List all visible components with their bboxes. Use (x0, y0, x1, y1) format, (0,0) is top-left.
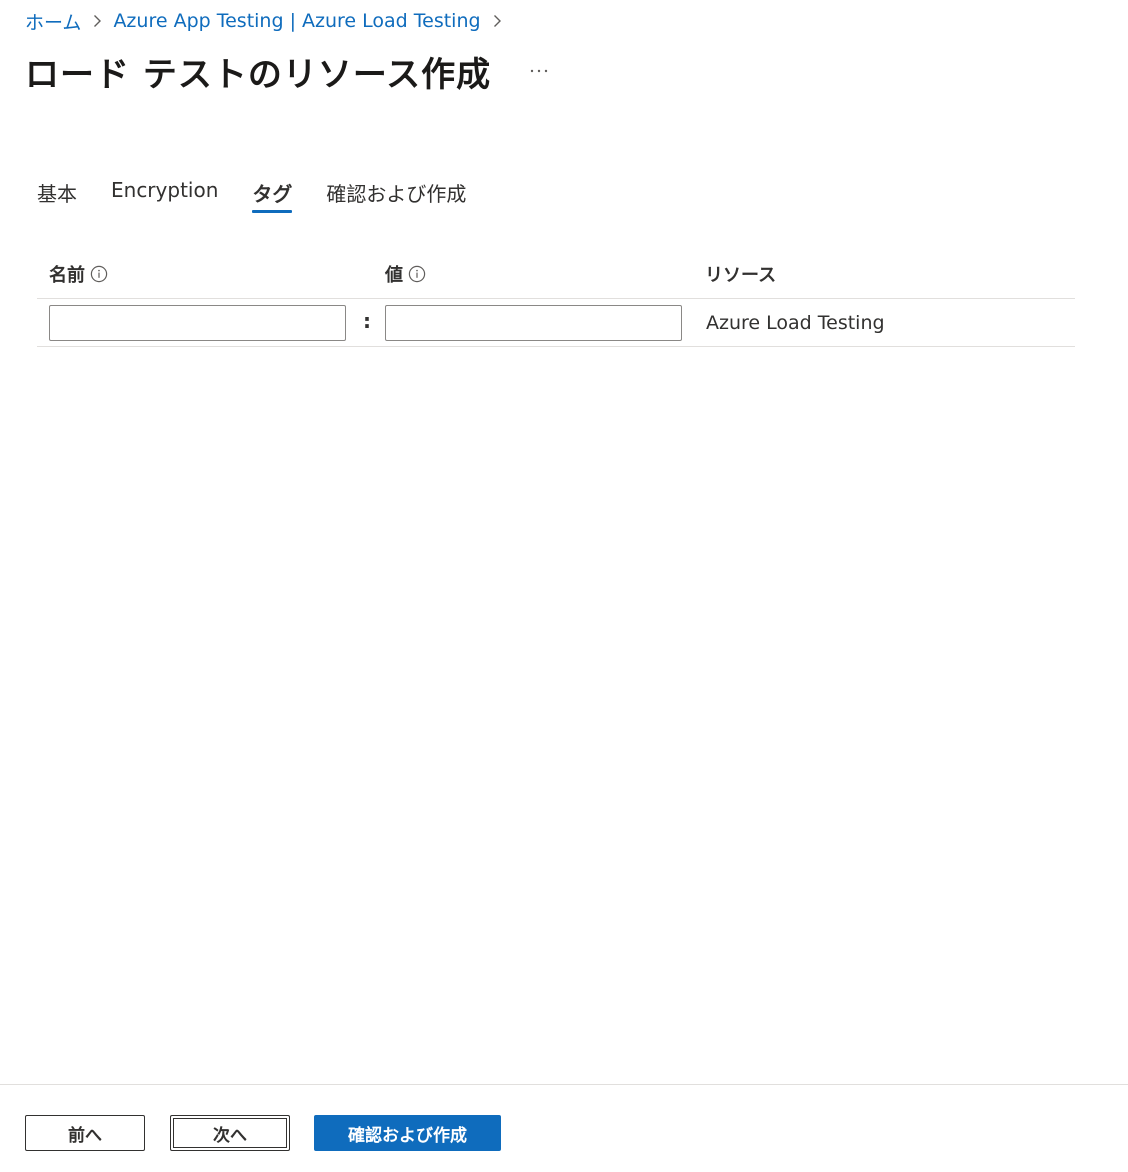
tag-value-input[interactable] (385, 305, 682, 341)
tab-basics[interactable]: 基本 (37, 172, 77, 218)
info-circle-icon[interactable] (90, 265, 108, 283)
column-header-name-label: 名前 (49, 265, 85, 286)
tab-review-create[interactable]: 確認および作成 (326, 172, 466, 218)
tab-encryption[interactable]: Encryption (111, 172, 218, 218)
next-button[interactable]: 次へ (170, 1115, 290, 1151)
info-circle-icon[interactable] (408, 265, 426, 283)
breadcrumb: ホーム Azure App Testing | Azure Load Testi… (25, 8, 513, 34)
breadcrumb-home-link[interactable]: ホーム (25, 8, 81, 35)
column-header-resource-label: リソース (705, 265, 777, 286)
tab-list: 基本 Encryption タグ 確認および作成 (37, 172, 500, 218)
footer-action-bar: 前へ 次へ 確認および作成 (0, 1084, 1128, 1172)
tag-name-input[interactable] (49, 305, 346, 341)
review-create-button[interactable]: 確認および作成 (314, 1115, 501, 1151)
chevron-right-icon (93, 14, 102, 28)
tags-grid: 名前 値 リソース : Azure Load Testing (37, 250, 1075, 347)
resource-cell: Azure Load Testing (706, 312, 885, 334)
column-header-name: 名前 (49, 261, 108, 287)
title-row: ロード テストのリソース作成 (25, 48, 551, 95)
chevron-right-icon (493, 14, 502, 28)
page-title: ロード テストのリソース作成 (25, 54, 492, 95)
column-header-value: 値 (385, 261, 426, 287)
column-header-resource: リソース (705, 261, 776, 287)
tab-tags[interactable]: タグ (252, 172, 293, 218)
grid-header: 名前 値 リソース (37, 250, 1075, 299)
previous-button[interactable]: 前へ (25, 1115, 145, 1151)
breadcrumb-load-testing-link[interactable]: Azure App Testing | Azure Load Testing (113, 10, 480, 32)
name-value-separator: : (363, 309, 371, 333)
more-horizontal-icon[interactable] (527, 59, 551, 83)
table-row: : Azure Load Testing (37, 299, 1075, 347)
column-header-value-label: 値 (385, 265, 403, 286)
